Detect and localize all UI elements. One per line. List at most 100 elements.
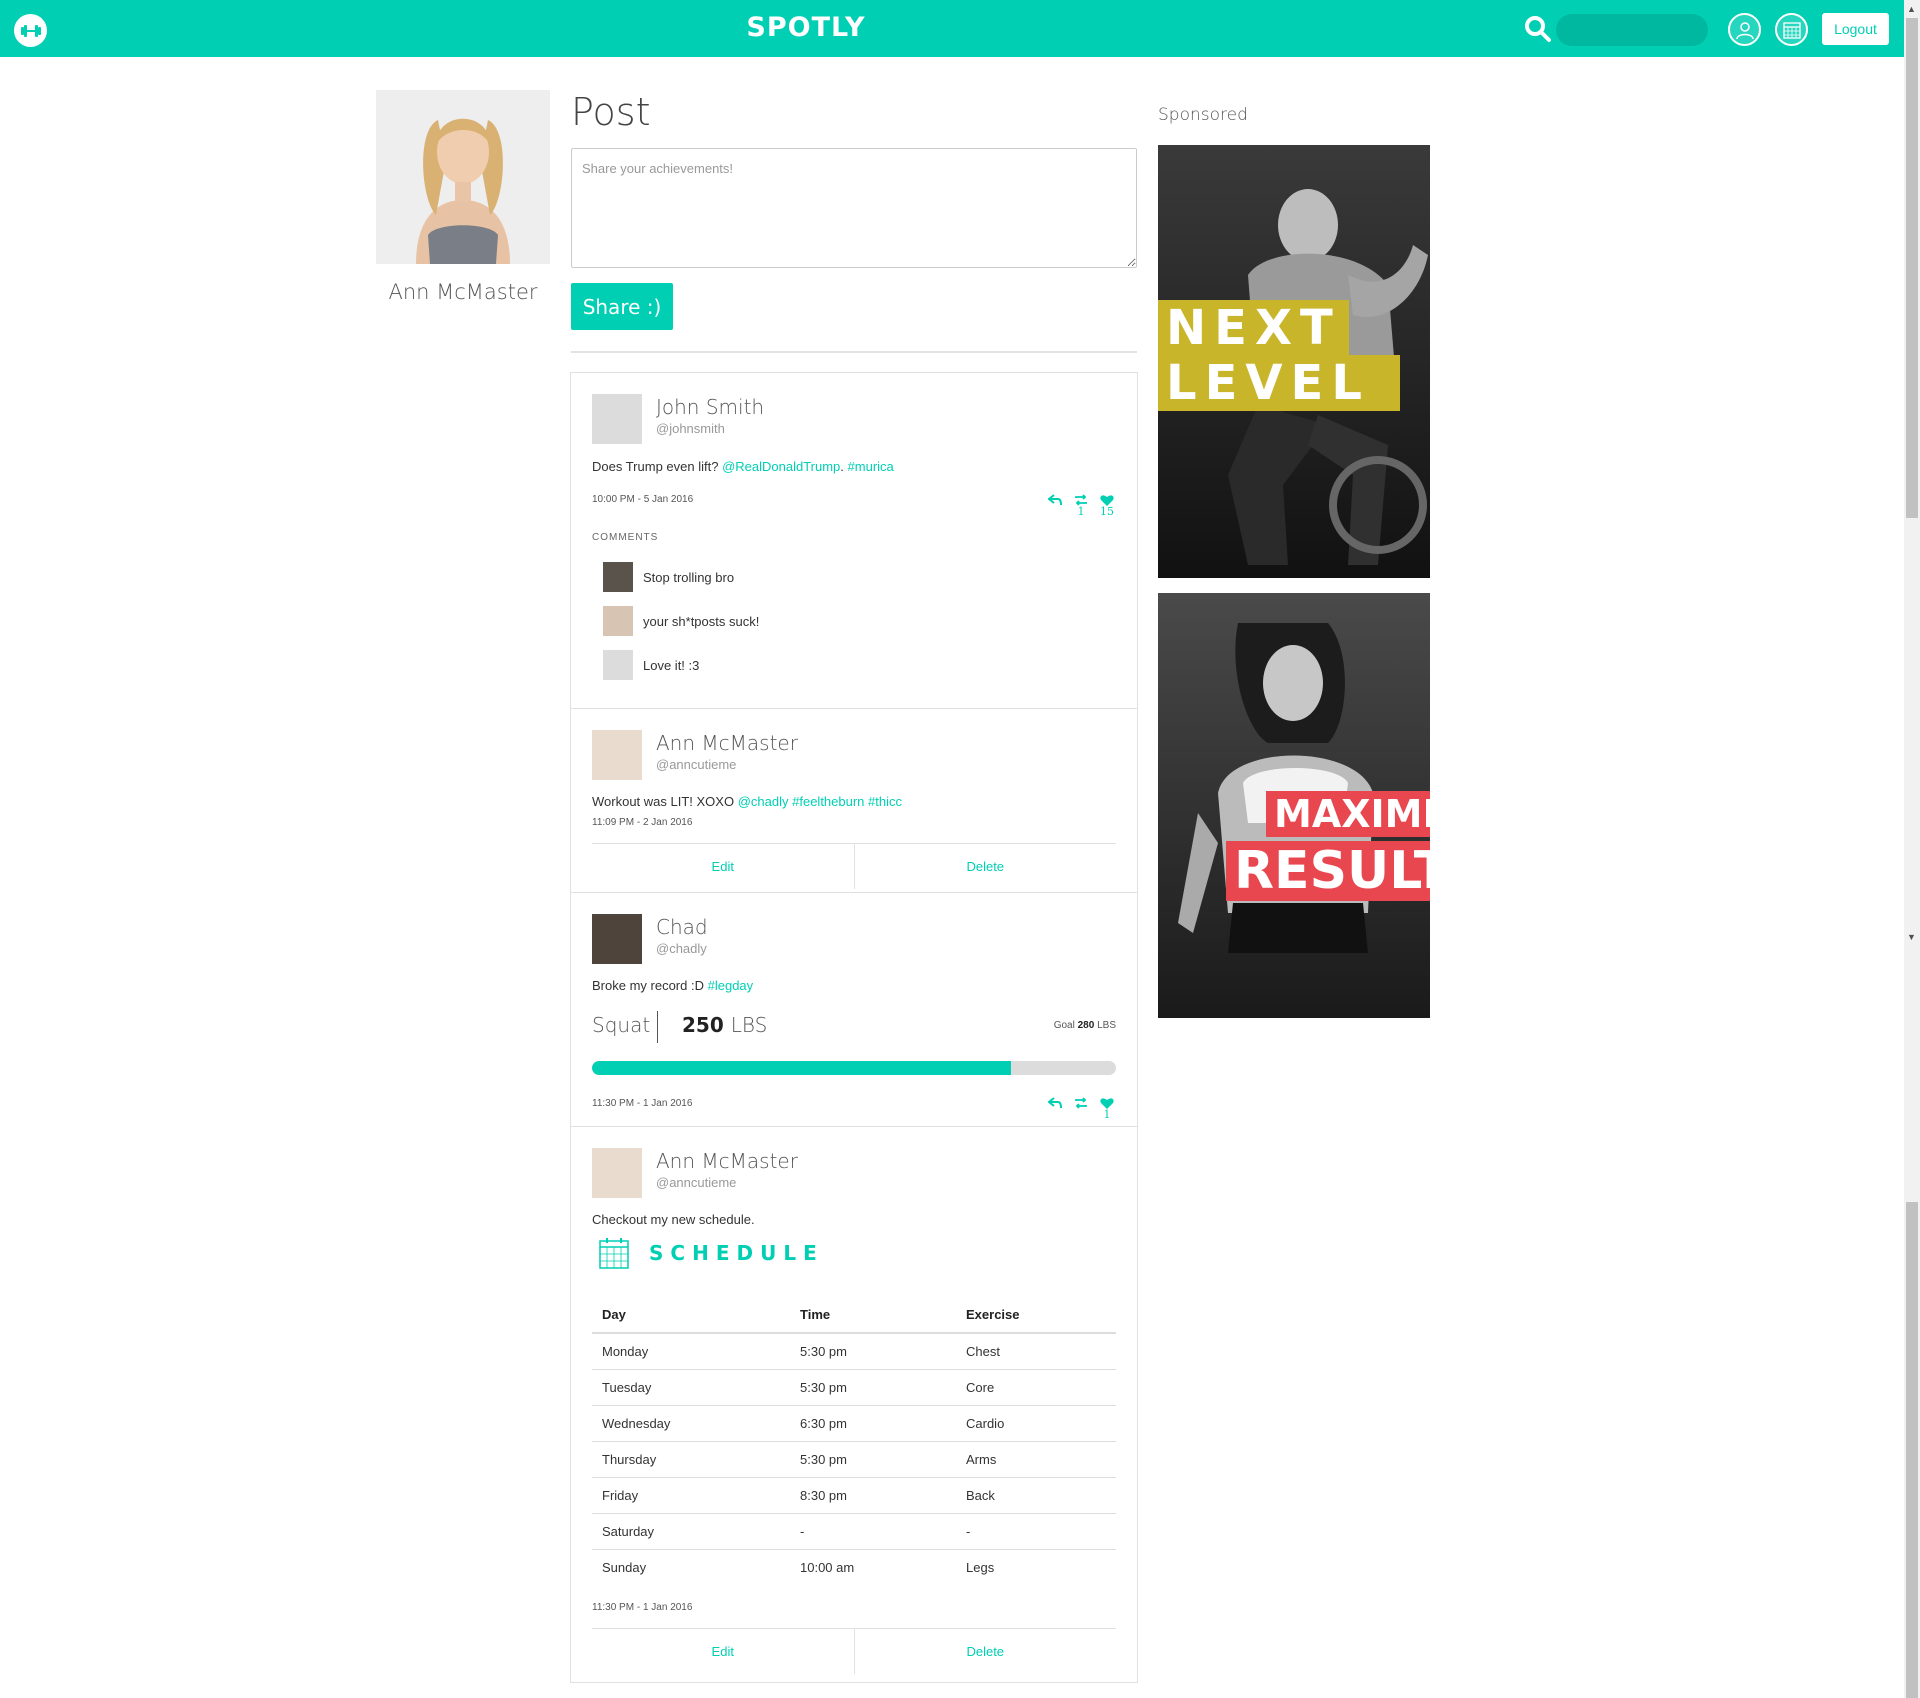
user-name[interactable]: Ann McMaster xyxy=(656,1149,798,1173)
hashtag-link[interactable]: #thicc xyxy=(868,794,902,809)
goal-unit: LBS xyxy=(1097,1020,1116,1031)
like-count: 15 xyxy=(1100,505,1114,518)
comment-text: your sh*tposts suck! xyxy=(643,613,760,629)
user-name[interactable]: Ann McMaster xyxy=(656,731,798,755)
column-header-day: Day xyxy=(592,1297,790,1334)
post-text: Workout was LIT! XOXO @chadly #feelthebu… xyxy=(592,794,902,809)
ad-headline-line2: RESULTS xyxy=(1226,841,1430,901)
ad-headline-line1: NEXT xyxy=(1158,300,1349,356)
scroll-thumb[interactable] xyxy=(1906,18,1918,518)
post-body: Workout was LIT! XOXO xyxy=(592,794,735,809)
cell-day: Tuesday xyxy=(592,1369,790,1406)
comment-avatar[interactable] xyxy=(603,650,633,680)
mention-link[interactable]: @RealDonaldTrump xyxy=(722,459,840,474)
avatar[interactable] xyxy=(592,1148,642,1198)
logout-button[interactable]: Logout xyxy=(1822,13,1889,45)
comments-label: COMMENTS xyxy=(592,532,659,543)
scroll-up-arrow-icon[interactable]: ▲ xyxy=(1907,4,1916,14)
column-header-exercise: Exercise xyxy=(956,1297,1116,1334)
user-handle[interactable]: @chadly xyxy=(656,941,707,956)
cell-exercise: Core xyxy=(956,1369,1116,1406)
cell-day: Monday xyxy=(592,1333,790,1370)
table-row: Tuesday 5:30 pm Core xyxy=(592,1369,1116,1406)
cell-day: Wednesday xyxy=(592,1405,790,1442)
cell-time: 6:30 pm xyxy=(790,1405,956,1442)
schedule-title: SCHEDULE xyxy=(649,1241,824,1265)
hashtag-link[interactable]: #murica xyxy=(848,459,894,474)
profile-name[interactable]: Ann McMaster xyxy=(376,280,550,304)
delete-button[interactable]: Delete xyxy=(855,1629,1117,1674)
cell-time: 5:30 pm xyxy=(790,1369,956,1406)
profile-icon[interactable] xyxy=(1728,13,1761,46)
user-name[interactable]: Chad xyxy=(656,915,708,939)
comment-text: Stop trolling bro xyxy=(643,569,735,585)
cell-day: Saturday xyxy=(592,1513,790,1550)
post-heading: Post xyxy=(571,90,651,134)
divider xyxy=(571,351,1137,353)
like-button[interactable]: 15 xyxy=(1097,494,1117,518)
cell-day: Thursday xyxy=(592,1441,790,1478)
user-handle[interactable]: @anncutieme xyxy=(656,757,736,772)
like-count: 1 xyxy=(1103,1108,1111,1121)
avatar[interactable] xyxy=(592,394,642,444)
divider xyxy=(657,1011,658,1043)
user-handle[interactable]: @anncutieme xyxy=(656,1175,736,1190)
comment-avatar[interactable] xyxy=(603,562,633,592)
scroll-thumb-lower[interactable] xyxy=(1906,1202,1918,1698)
post-text: Checkout my new schedule. xyxy=(592,1212,755,1227)
cell-exercise: Back xyxy=(956,1477,1116,1514)
retweet-button[interactable] xyxy=(1071,1097,1091,1121)
post-timestamp: 11:30 PM - 1 Jan 2016 xyxy=(592,1098,693,1109)
brand-title[interactable]: SPOTLY xyxy=(0,12,1612,43)
cell-time: 8:30 pm xyxy=(790,1477,956,1514)
avatar[interactable] xyxy=(592,730,642,780)
mention-link[interactable]: @chadly xyxy=(738,794,789,809)
scrollbar[interactable]: ▲ ▼ xyxy=(1904,0,1920,1698)
cell-exercise: - xyxy=(956,1513,1116,1550)
table-row: Sunday 10:00 am Legs xyxy=(592,1549,1116,1585)
lift-name: Squat xyxy=(592,1013,651,1037)
feed-post: Ann McMaster @anncutieme Checkout my new… xyxy=(571,1127,1137,1682)
post-textarea[interactable] xyxy=(571,148,1137,268)
post-actions: 1 15 xyxy=(1045,494,1117,518)
like-button[interactable]: 1 xyxy=(1097,1097,1117,1121)
goal-value: 280 xyxy=(1077,1020,1095,1031)
schedule-table: Day Time Exercise Monday 5:30 pm Chest Tue… xyxy=(592,1297,1116,1585)
sponsored-ad-next-level[interactable]: NEXT LEVEL xyxy=(1158,145,1430,578)
scroll-down-arrow-icon[interactable]: ▼ xyxy=(1907,932,1916,942)
lift-value: 250 LBS xyxy=(682,1013,767,1037)
search-input[interactable] xyxy=(1556,14,1708,46)
edit-button[interactable]: Edit xyxy=(592,844,854,889)
profile-photo[interactable] xyxy=(376,90,550,264)
edit-delete-row: Edit Delete xyxy=(592,843,1116,889)
comment-item: your sh*tposts suck! xyxy=(603,606,759,636)
cell-exercise: Legs xyxy=(966,1559,995,1575)
cell-time: - xyxy=(790,1513,956,1550)
share-button[interactable]: Share :) xyxy=(571,283,673,330)
delete-button[interactable]: Delete xyxy=(855,844,1117,889)
reply-icon xyxy=(1048,494,1062,506)
table-row: Saturday - - xyxy=(592,1513,1116,1550)
reply-button[interactable] xyxy=(1045,494,1065,518)
calendar-icon[interactable] xyxy=(1775,13,1808,46)
hashtag-link[interactable]: #legday xyxy=(708,978,754,993)
goal-label: Goal xyxy=(1053,1020,1075,1031)
calendar-icon xyxy=(599,1238,629,1269)
edit-button[interactable]: Edit xyxy=(592,1629,854,1674)
user-handle[interactable]: @johnsmith xyxy=(656,421,725,436)
table-row: Wednesday 6:30 pm Cardio xyxy=(592,1405,1116,1442)
hashtag-link[interactable]: #feeltheburn xyxy=(792,794,864,809)
sponsored-label: Sponsored xyxy=(1158,105,1248,125)
feed-post: John Smith @johnsmith Does Trump even li… xyxy=(571,373,1137,709)
avatar[interactable] xyxy=(592,914,642,964)
table-row: Monday 5:30 pm Chest xyxy=(592,1333,1116,1370)
search-icon[interactable] xyxy=(1523,14,1553,44)
user-name[interactable]: John Smith xyxy=(656,395,764,419)
table-row: Thursday 5:30 pm Arms xyxy=(592,1441,1116,1478)
reply-button[interactable] xyxy=(1045,1097,1065,1121)
sponsored-ad-maximize-results[interactable]: MAXIMIZE RESULTS xyxy=(1158,593,1430,1018)
retweet-button[interactable]: 1 xyxy=(1071,494,1091,518)
cell-time: 5:30 pm xyxy=(790,1333,956,1370)
comment-avatar[interactable] xyxy=(603,606,633,636)
comment-item: Love it! :3 xyxy=(603,650,699,680)
